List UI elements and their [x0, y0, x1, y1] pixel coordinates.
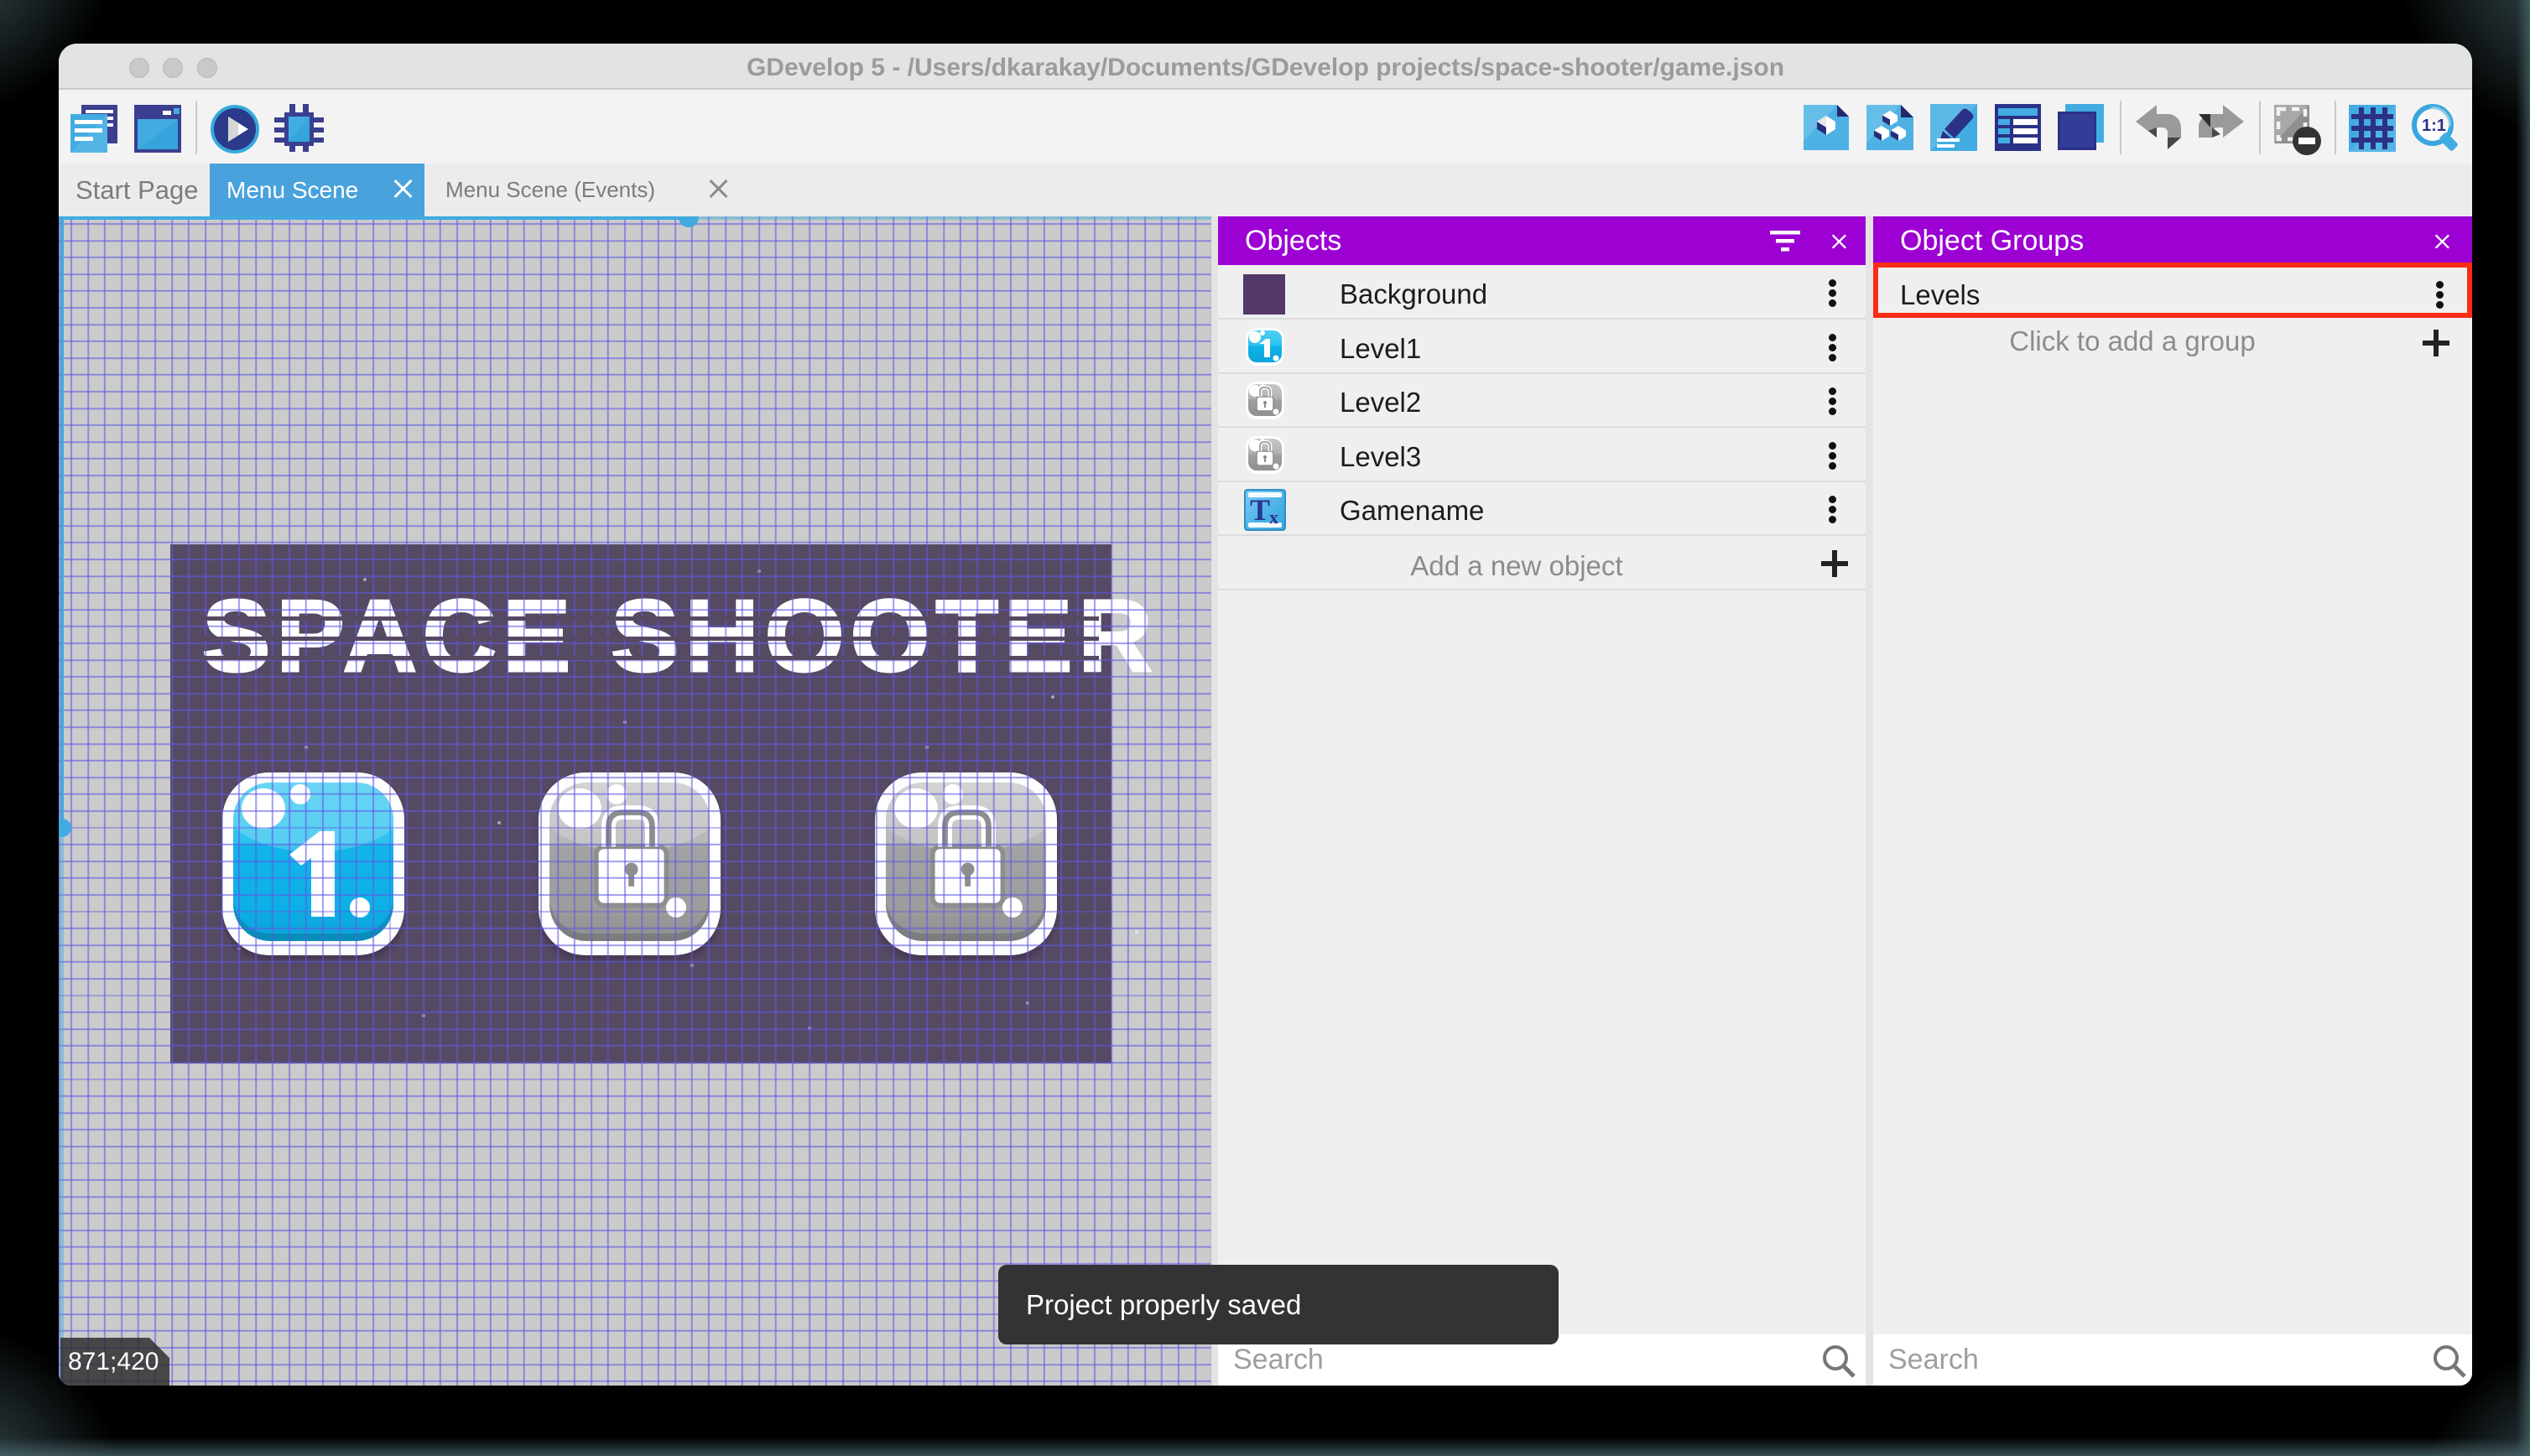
svg-text:T: T: [1250, 493, 1270, 527]
svg-text:x: x: [1269, 507, 1278, 528]
svg-text:1:1: 1:1: [2422, 117, 2446, 135]
